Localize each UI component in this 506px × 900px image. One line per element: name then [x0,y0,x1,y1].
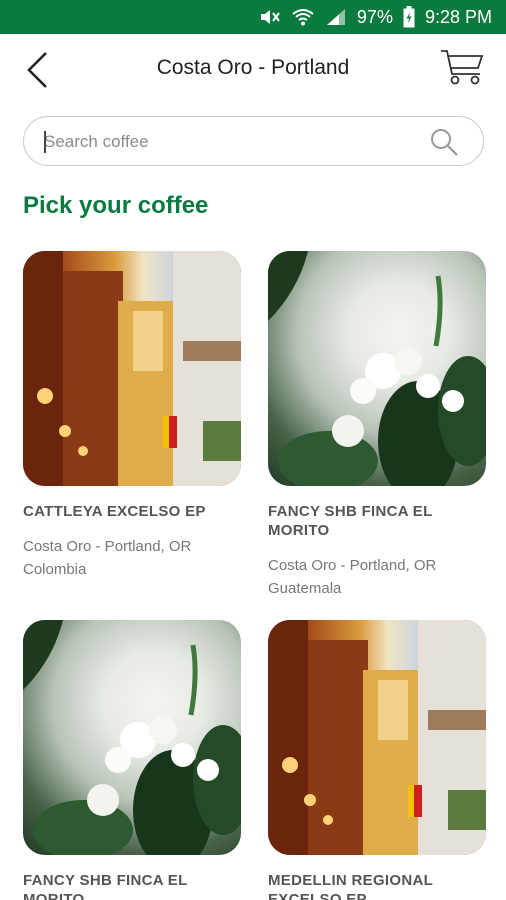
search-icon[interactable] [429,127,459,157]
status-bar: 97% 9:28 PM [0,0,506,34]
coffee-card[interactable]: CATTLEYA EXCELSO EP Costa Oro - Portland… [23,251,241,581]
app-header: Costa Oro - Portland [0,34,506,106]
coffee-origin: Colombia [23,561,87,578]
coffee-name: FANCY SHB FINCA EL MORITO [268,503,433,539]
coffee-name: MEDELLIN REGIONAL EXCELSO EP [268,872,433,900]
section-title: Pick your coffee [23,192,209,219]
cart-button[interactable] [440,48,486,88]
coffee-image-coffee-flowers [268,251,486,486]
wifi-icon [291,7,315,27]
mute-icon [259,7,281,27]
coffee-image-street-scene [268,620,486,855]
coffee-card[interactable]: FANCY SHB FINCA EL MORITO Costa Oro - Po… [268,251,486,600]
coffee-roaster: Costa Oro - Portland, OR [23,538,192,555]
coffee-roaster: Costa Oro - Portland, OR [268,557,437,574]
signal-icon [325,7,347,27]
coffee-image-street-scene [23,251,241,486]
coffee-name: FANCY SHB FINCA EL MORITO [23,872,188,900]
battery-icon [403,6,415,28]
chevron-left-icon [27,52,47,88]
search-input[interactable] [44,127,424,157]
back-button[interactable] [20,48,54,92]
status-icons: 97% 9:28 PM [259,0,492,34]
coffee-name: CATTLEYA EXCELSO EP [23,503,206,520]
page-title: Costa Oro - Portland [156,56,350,79]
cart-icon [441,50,484,85]
text-cursor [44,131,46,153]
battery-percent: 97% [356,6,393,27]
coffee-image-coffee-flowers [23,620,241,855]
coffee-card[interactable]: FANCY SHB FINCA EL MORITO [23,620,241,900]
coffee-origin: Guatemala [268,580,342,597]
clock: 9:28 PM [424,6,492,27]
search-box[interactable] [23,116,484,166]
coffee-card[interactable]: MEDELLIN REGIONAL EXCELSO EP [268,620,486,900]
